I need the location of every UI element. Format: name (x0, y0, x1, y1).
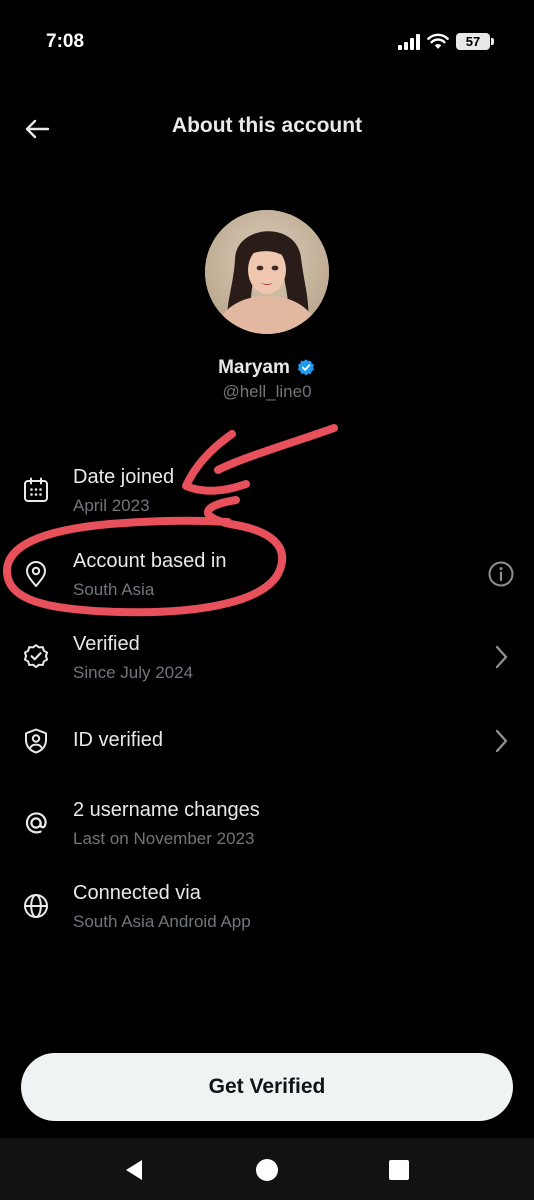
status-time: 7:08 (46, 31, 85, 52)
verified-badge-icon (297, 359, 314, 376)
triangle-back-icon (126, 1160, 142, 1180)
system-nav-bar (0, 1138, 534, 1200)
battery-level: 57 (465, 34, 481, 49)
signal-icon (398, 33, 420, 50)
detail-row-account-based-in: Account based in South Asia (0, 542, 534, 618)
profile-name-row: Maryam (0, 357, 534, 379)
detail-row-id-verified[interactable]: ID verified (0, 703, 534, 779)
page-title: About this account (171, 114, 363, 137)
id-shield-icon (21, 726, 51, 756)
detail-title: ID verified (73, 729, 164, 751)
location-pin-icon (21, 559, 51, 589)
avatar-illustration (205, 210, 329, 334)
globe-icon (21, 891, 51, 921)
at-sign-icon (21, 808, 51, 838)
detail-title: 2 username changes (73, 799, 260, 821)
detail-subtitle: April 2023 (73, 496, 150, 515)
profile-name: Maryam (218, 357, 290, 378)
detail-row-connected-via: Connected via South Asia Android App (0, 874, 534, 950)
nav-home-button[interactable] (254, 1157, 280, 1183)
square-recents-icon (389, 1160, 409, 1180)
header: About this account (0, 100, 534, 156)
nav-recents-button[interactable] (386, 1157, 412, 1183)
detail-subtitle: South Asia (73, 580, 155, 599)
info-icon[interactable] (486, 559, 516, 589)
detail-title: Date joined (73, 466, 175, 488)
profile-handle: @hell_line0 (222, 382, 312, 401)
avatar[interactable] (205, 210, 329, 334)
circle-home-icon (256, 1159, 278, 1181)
detail-title: Account based in (73, 550, 227, 572)
chevron-right-icon (486, 726, 516, 756)
detail-row-verified[interactable]: Verified Since July 2024 (0, 625, 534, 701)
detail-title: Verified (73, 633, 140, 655)
wifi-icon (427, 33, 449, 49)
detail-row-date-joined: Date joined April 2023 (0, 458, 534, 534)
detail-subtitle: Since July 2024 (73, 663, 194, 682)
get-verified-button[interactable]: Get Verified (21, 1053, 513, 1121)
detail-row-username-changes: 2 username changes Last on November 2023 (0, 791, 534, 867)
nav-back-button[interactable] (121, 1157, 147, 1183)
detail-subtitle: South Asia Android App (73, 912, 251, 931)
detail-title: Connected via (73, 882, 201, 904)
detail-subtitle: Last on November 2023 (73, 829, 255, 848)
chevron-right-icon (486, 642, 516, 672)
status-bar: 7:08 57 (0, 0, 534, 88)
status-icons: 57 (398, 33, 494, 50)
battery-icon: 57 (456, 33, 494, 50)
calendar-icon (21, 475, 51, 505)
verified-badge-icon (21, 642, 51, 672)
get-verified-label: Get Verified (208, 1075, 326, 1098)
